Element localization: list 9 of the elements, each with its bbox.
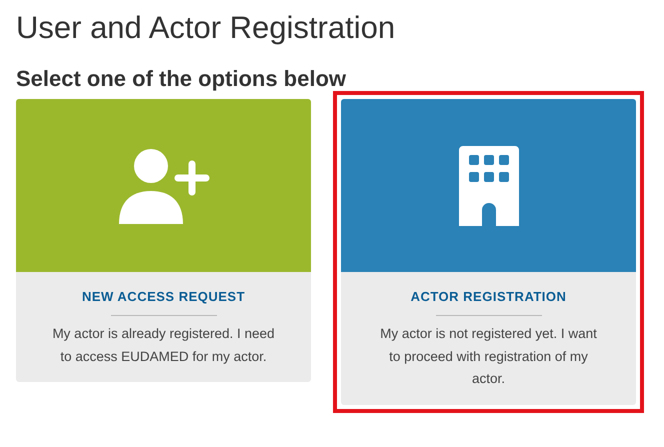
- page-title: User and Actor Registration: [16, 10, 396, 46]
- building-icon: [458, 146, 518, 226]
- section-heading: Select one of the options below: [16, 66, 346, 92]
- option-card[interactable]: NEW ACCESS REQUEST My actor is already registered. I need to access EUDAMED for my actor.: [16, 99, 311, 382]
- option-title: NEW ACCESS REQUEST: [82, 289, 246, 305]
- option-title: ACTOR REGISTRATION: [410, 289, 566, 305]
- option-card[interactable]: ACTOR REGISTRATION My actor is not registered yet. I want to proceed with registration of my actor.: [341, 99, 636, 404]
- option-description: My actor is already registered. I need to access EUDAMED for my actor.: [51, 325, 276, 366]
- option-description: My actor is not registered yet. I want to proceed with registration of my actor.: [379, 325, 598, 388]
